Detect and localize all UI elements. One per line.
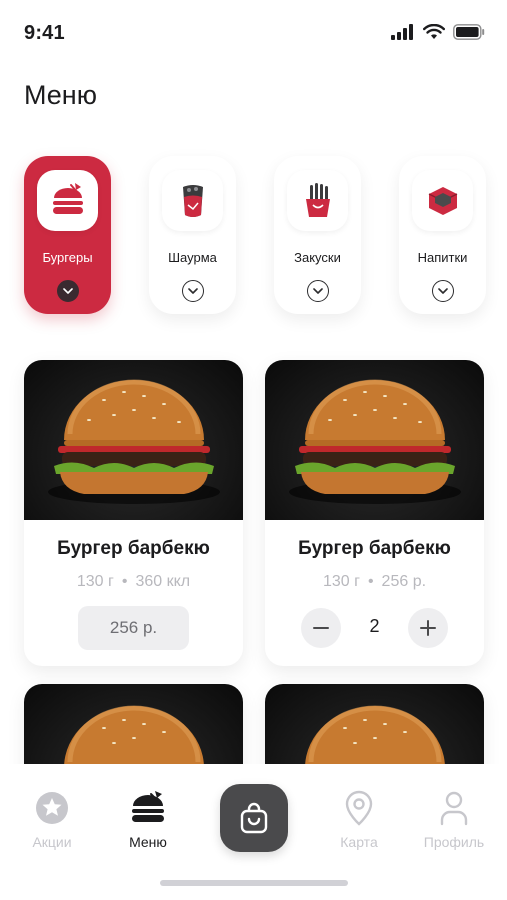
burger-icon	[37, 170, 98, 231]
product-calories: 360 ккл	[135, 573, 191, 590]
category-list: Бургеры Шаурма Закуски Напитки	[24, 156, 494, 316]
shopping-bag-icon	[240, 802, 268, 834]
tab-map[interactable]: Карта	[319, 790, 399, 850]
category-label: Напитки	[417, 250, 468, 265]
product-name: Бургер барбекю	[57, 538, 210, 559]
tab-profile[interactable]: Профиль	[414, 790, 494, 850]
page-title: Меню	[24, 80, 97, 110]
wifi-icon	[423, 24, 445, 39]
tab-label: Меню	[129, 834, 167, 850]
chevron-down-icon[interactable]	[307, 280, 329, 302]
fries-icon	[287, 170, 348, 231]
status-icons	[391, 24, 485, 40]
separator-dot: •	[367, 573, 374, 590]
burger-icon	[108, 790, 188, 826]
chevron-down-icon[interactable]	[432, 280, 454, 302]
status-time: 9:41	[24, 22, 65, 44]
tab-label: Профиль	[423, 834, 485, 850]
category-label: Шаурма	[168, 250, 217, 265]
chevron-down-icon[interactable]	[182, 280, 204, 302]
category-label: Закуски	[294, 250, 341, 265]
star-badge-icon	[12, 790, 92, 826]
product-weight: 130 г	[322, 573, 360, 590]
product-meta: 130 г • 360 ккл	[24, 573, 243, 591]
tab-label: Карта	[340, 834, 378, 850]
category-label: Бургеры	[42, 250, 93, 265]
tab-menu[interactable]: Меню	[108, 790, 188, 850]
separator-dot: •	[121, 573, 128, 590]
location-pin-icon	[319, 790, 399, 826]
cart-button[interactable]	[220, 784, 288, 852]
signal-icon	[391, 24, 413, 40]
shawarma-icon	[162, 170, 223, 231]
home-indicator[interactable]	[160, 880, 348, 886]
drink-box-icon	[412, 170, 473, 231]
product-card[interactable]: Бургер барбекю 130 г • 256 р. 2	[265, 360, 484, 666]
tab-bar: Акции Меню Карта Профиль	[0, 764, 507, 900]
product-weight: 130 г	[76, 573, 114, 590]
tab-promo[interactable]: Акции	[12, 790, 92, 850]
product-meta: 130 г • 256 р.	[265, 573, 484, 591]
status-bar: 9:41	[0, 0, 507, 66]
category-shawarma[interactable]: Шаурма	[149, 156, 236, 314]
category-snacks[interactable]: Закуски	[274, 156, 361, 314]
chevron-down-icon[interactable]	[57, 280, 79, 302]
add-to-cart-price-button[interactable]: 256 р.	[78, 606, 189, 650]
product-card[interactable]: Бургер барбекю 130 г • 360 ккл 256 р.	[24, 360, 243, 666]
battery-icon	[453, 24, 485, 40]
category-drinks[interactable]: Напитки	[399, 156, 486, 314]
category-burgers[interactable]: Бургеры	[24, 156, 111, 314]
product-name: Бургер барбекю	[298, 538, 451, 559]
quantity-stepper: 2	[301, 606, 448, 650]
increase-quantity-button[interactable]	[408, 608, 448, 648]
product-image	[24, 360, 243, 520]
plus-icon	[420, 620, 436, 636]
product-image	[265, 360, 484, 520]
user-icon	[414, 790, 494, 826]
product-price: 256 р.	[381, 573, 427, 590]
tab-label: Акции	[32, 834, 72, 850]
